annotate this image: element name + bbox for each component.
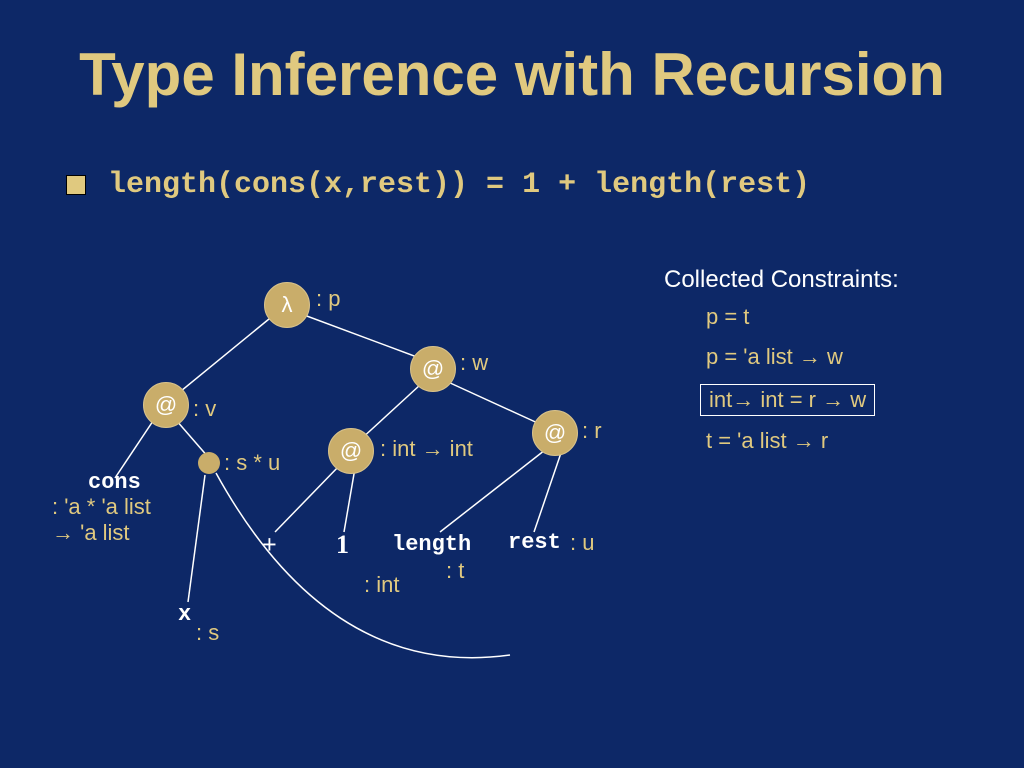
node-ap-w-sym: @	[422, 356, 444, 382]
node-ap-r: @	[532, 410, 578, 456]
type-ap-w: : w	[460, 350, 488, 376]
node-lambda: λ	[264, 282, 310, 328]
leaf-x: x	[178, 602, 191, 627]
constraint-0: p = t	[706, 304, 749, 330]
node-pair	[198, 452, 220, 474]
type-ap-r: : r	[582, 418, 602, 444]
leaf-rest: rest	[508, 530, 561, 555]
constraint-2: int→ int = r → w	[700, 384, 875, 416]
type-lambda: : p	[316, 286, 340, 312]
type-length: : t	[446, 558, 464, 584]
node-ap-v: @	[143, 382, 189, 428]
node-ap-int-sym: @	[340, 438, 362, 464]
constraint-1: p = 'a list → w	[706, 344, 843, 370]
type-ap-int: : int → int	[380, 436, 473, 462]
leaf-one: 1	[336, 530, 349, 560]
type-cons-line1: : 'a * 'a list	[52, 494, 151, 519]
type-pair: : s * u	[224, 450, 280, 476]
node-lambda-sym: λ	[282, 292, 293, 318]
leaf-cons: cons	[88, 470, 141, 495]
type-rest: : u	[570, 530, 594, 556]
constraints-title: Collected Constraints:	[664, 266, 899, 294]
type-one: : int	[364, 572, 399, 598]
type-cons: : 'a * 'a list → 'a list	[52, 494, 151, 547]
leaf-length: length	[392, 532, 471, 557]
leaf-plus: +	[262, 530, 277, 560]
node-ap-r-sym: @	[544, 420, 566, 446]
node-ap-v-sym: @	[155, 392, 177, 418]
type-x: : s	[196, 620, 219, 646]
node-ap-int: @	[328, 428, 374, 474]
slide: Type Inference with Recursion length(con…	[0, 0, 1024, 768]
node-ap-w: @	[410, 346, 456, 392]
type-ap-v: : v	[193, 396, 216, 422]
type-cons-line2: → 'a list	[52, 520, 130, 545]
constraint-3: t = 'a list → r	[706, 428, 828, 454]
